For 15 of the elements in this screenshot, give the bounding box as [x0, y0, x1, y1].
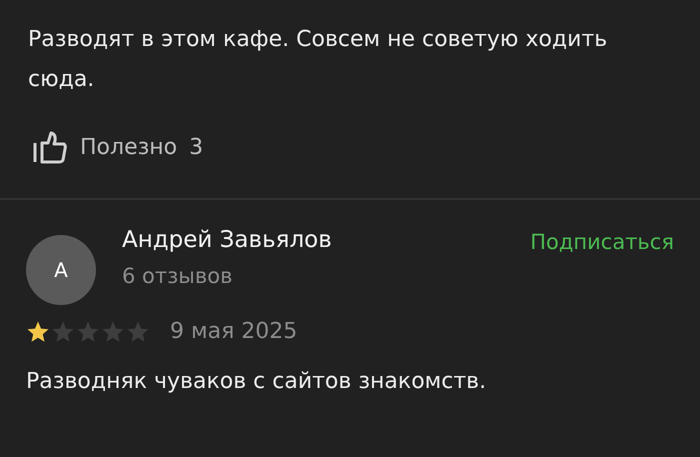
star-icon	[126, 320, 150, 344]
star-icon	[101, 320, 125, 344]
review-date: 9 мая 2025	[170, 319, 298, 344]
avatar: А	[26, 235, 96, 305]
review-text: Разводняк чуваков с сайтов знакомств.	[26, 368, 488, 396]
helpful-label: Полезно	[80, 134, 178, 160]
review-text: Разводят в этом кафе. Совсем не советую ходить сюда.	[28, 26, 608, 94]
star-icon	[76, 320, 100, 344]
star-icon	[26, 320, 50, 344]
thumbs-up-icon[interactable]	[32, 129, 68, 165]
star-icon	[51, 320, 75, 344]
author-name[interactable]: Андрей Завьялов	[122, 222, 530, 258]
subscribe-link[interactable]: Подписаться	[530, 222, 674, 262]
review-count: 6 отзывов	[122, 263, 234, 290]
helpful-count: 3	[189, 134, 204, 160]
